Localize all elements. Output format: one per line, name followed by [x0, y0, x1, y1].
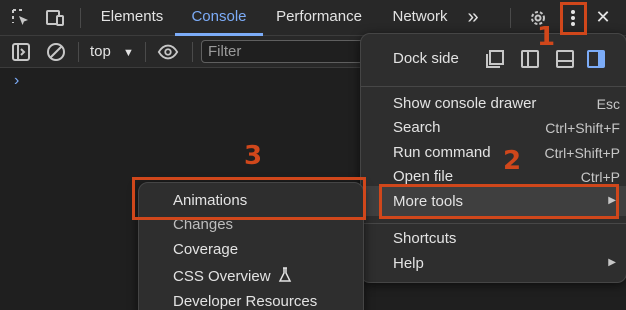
step-number-2: 2 — [503, 146, 522, 176]
device-toolbar-icon[interactable] — [44, 7, 66, 29]
highlight-box-kebab — [560, 2, 587, 35]
tab-performance[interactable]: Performance — [266, 0, 372, 36]
shortcut-esc: Esc — [596, 96, 620, 112]
caret-down-icon: ▼ — [123, 47, 134, 59]
dock-side-label: Dock side — [393, 50, 459, 67]
inspect-element-icon[interactable] — [10, 7, 32, 29]
submenu-item-developer-resources[interactable]: Developer Resources — [173, 293, 317, 310]
dock-right-icon[interactable] — [586, 49, 606, 69]
menu-divider — [361, 86, 626, 87]
toolbar-divider — [80, 8, 81, 28]
menu-item-help[interactable]: Help — [393, 255, 424, 272]
highlight-box-more-tools — [379, 184, 619, 219]
context-label: top — [90, 43, 111, 60]
css-overview-label: CSS Overview — [173, 268, 271, 285]
menu-divider — [361, 223, 626, 224]
devtools-toolbar: Elements Console Performance Network » ✕ — [0, 0, 626, 36]
toolbar-divider — [510, 8, 511, 28]
more-tabs-icon[interactable]: » — [460, 0, 486, 36]
dock-left-icon[interactable] — [520, 49, 540, 69]
undock-icon[interactable] — [485, 49, 505, 69]
close-icon[interactable]: ✕ — [592, 0, 614, 36]
clear-console-icon[interactable] — [45, 41, 67, 63]
submenu-arrow-icon: ▶ — [608, 257, 616, 268]
menu-item-shortcuts[interactable]: Shortcuts — [393, 230, 456, 247]
menu-item-run-command[interactable]: Run command — [393, 144, 491, 161]
experiment-flask-icon — [278, 267, 291, 282]
context-selector[interactable]: top ▼ — [90, 43, 134, 60]
menu-item-open-file[interactable]: Open file — [393, 168, 453, 185]
tab-elements[interactable]: Elements — [92, 0, 172, 36]
submenu-item-css-overview[interactable]: CSS Overview — [173, 267, 292, 285]
step-number-1: 1 — [537, 22, 556, 52]
submenu-item-coverage[interactable]: Coverage — [173, 241, 238, 258]
toolbar-divider — [145, 42, 146, 62]
shortcut-search: Ctrl+Shift+F — [545, 120, 620, 136]
tab-network[interactable]: Network — [380, 0, 460, 36]
menu-item-search[interactable]: Search — [393, 119, 441, 136]
toolbar-divider — [192, 42, 193, 62]
dock-bottom-icon[interactable] — [555, 49, 575, 69]
filter-input[interactable]: Filter — [201, 40, 366, 63]
tab-console[interactable]: Console — [175, 0, 263, 36]
console-prompt-icon[interactable]: › — [14, 72, 19, 90]
menu-item-show-console-drawer[interactable]: Show console drawer — [393, 95, 536, 112]
highlight-box-animations — [132, 177, 366, 220]
shortcut-open-file: Ctrl+P — [580, 169, 620, 185]
shortcut-run-command: Ctrl+Shift+P — [544, 145, 620, 161]
eye-icon[interactable] — [157, 41, 181, 63]
sidebar-toggle-icon[interactable] — [10, 41, 32, 63]
toolbar-divider — [78, 42, 79, 62]
step-number-3: 3 — [244, 141, 263, 171]
